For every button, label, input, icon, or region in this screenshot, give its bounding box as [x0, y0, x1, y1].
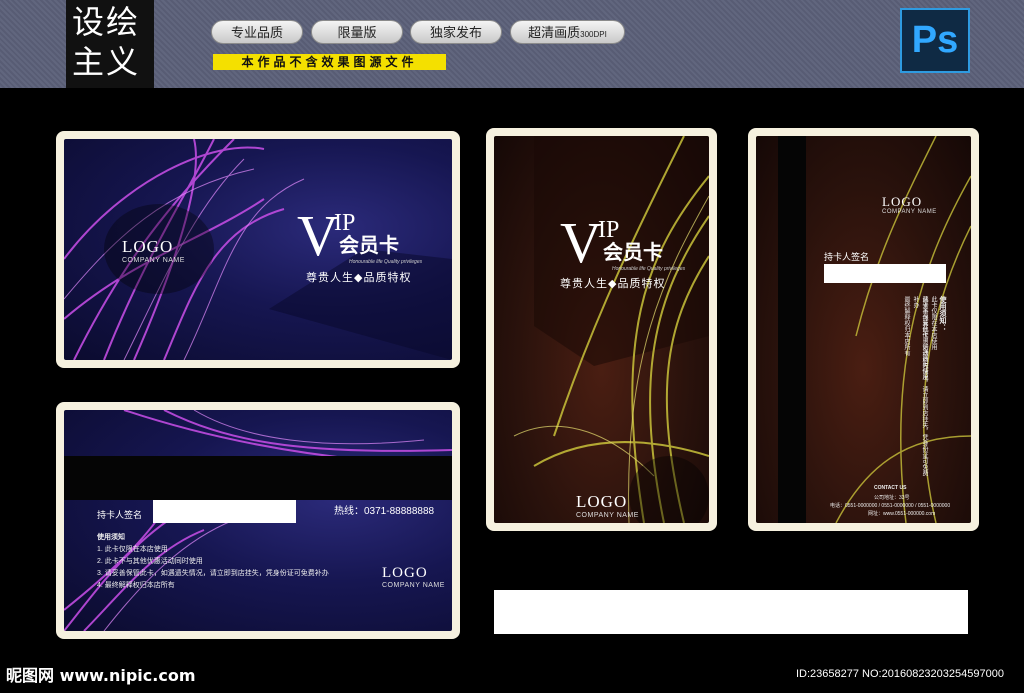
front-logo: LOGO	[122, 237, 174, 256]
card-back-frame: 持卡人签名 热线：0371-88888888 使用须知 1. 此卡仅限在本店使用…	[56, 402, 460, 639]
back-hotline: 热线：0371-88888888	[334, 506, 435, 517]
vback-company: COMPANY NAME	[882, 209, 937, 215]
card-vertical-back-frame: LOGO COMPANY NAME 持卡人签名 使用须知： 此卡仅限在本店使用 …	[748, 128, 979, 531]
back-rule-2: 2. 此卡不与其他优惠活动同时使用	[97, 558, 203, 565]
card-front-frame: LOGO COMPANY NAME V IP 会员卡 Honourable li…	[56, 131, 460, 368]
brand-line2: 主义	[72, 43, 141, 81]
vback-sign-label: 持卡人签名	[824, 252, 870, 262]
vertical-magnetic-stripe	[778, 136, 806, 523]
front-vip-cn: 会员卡	[339, 235, 399, 257]
back-company: COMPANY NAME	[382, 582, 445, 589]
back-rules-title: 使用须知	[97, 534, 125, 541]
gold-swirl-graphic	[513, 136, 709, 523]
pill-hd: 超清画质300DPI	[510, 20, 625, 44]
back-signature-box	[153, 500, 296, 523]
vfront-company: COMPANY NAME	[576, 512, 639, 519]
back-sign-label: 持卡人签名	[97, 510, 143, 520]
vfront-vip-ip: IP	[598, 217, 620, 243]
card-back: 持卡人签名 热线：0371-88888888 使用须知 1. 此卡仅限在本店使用…	[64, 410, 452, 631]
vback-website: 网址：www.0551-000000.com	[868, 511, 936, 517]
pill-limited: 限量版	[311, 20, 403, 44]
front-company: COMPANY NAME	[122, 257, 185, 264]
brand-line1: 设绘	[72, 3, 141, 41]
vfront-vip-v: V	[560, 210, 602, 275]
blank-panel	[494, 590, 968, 634]
vback-logo: LOGO	[882, 194, 923, 209]
vback-rule-3: 请妥善保管此卡，如遇遗失情况，请立即到店挂失，凭身份证可免费补办	[912, 296, 927, 476]
photoshop-icon: Ps	[900, 8, 970, 73]
vback-phone: 电话：0551-0000000 / 0551-0000000 / 0551-00…	[830, 503, 951, 509]
vback-rule-1: 此卡仅限在本店使用	[930, 296, 936, 350]
notice-banner: 本作品不含效果图源文件	[213, 54, 446, 70]
back-rule-1: 1. 此卡仅限在本店使用	[97, 546, 168, 553]
vback-signature-box	[824, 264, 946, 283]
front-vip-ip: IP	[334, 210, 356, 236]
pill-pro-quality: 专业品质	[211, 20, 303, 44]
header-bar: 设绘 主义 专业品质 限量版 独家发布 超清画质300DPI 本作品不含效果图源…	[0, 0, 1024, 88]
pill-exclusive: 独家发布	[410, 20, 502, 44]
site-watermark: 昵图网 www.nipic.com	[6, 666, 196, 685]
back-rule-4: 4. 最终解释权归本店所有	[97, 582, 175, 589]
image-id-line: ID:23658277 NO:20160823203254597000	[796, 668, 1004, 680]
vback-rule-4: 最终解释权归本店所有	[903, 296, 909, 356]
card-front: LOGO COMPANY NAME V IP 会员卡 Honourable li…	[64, 139, 452, 360]
brand-logo: 设绘 主义	[66, 0, 154, 88]
vfront-slogan: 尊贵人生◆品质特权	[560, 278, 666, 290]
front-slogan: 尊贵人生◆品质特权	[306, 272, 412, 284]
front-vip-v: V	[297, 203, 339, 268]
magnetic-stripe	[64, 456, 452, 500]
back-logo: LOGO	[382, 565, 428, 581]
card-vertical-back: LOGO COMPANY NAME 持卡人签名 使用须知： 此卡仅限在本店使用 …	[756, 136, 971, 523]
vfront-vip-en: Honourable life Quality privileges	[612, 266, 686, 272]
vback-rules-title: 使用须知：	[939, 296, 946, 331]
back-rule-3: 3. 请妥善保管此卡，如遇遗失情况，请立即到店挂失，凭身份证可免费补办	[97, 570, 329, 577]
front-vip-en: Honourable life Quality privileges	[349, 259, 423, 265]
card-vertical-front-frame: V IP 会员卡 Honourable life Quality privile…	[486, 128, 717, 531]
vback-address: 公司地址：33号	[874, 495, 910, 501]
card-vertical-front: V IP 会员卡 Honourable life Quality privile…	[494, 136, 709, 523]
vback-contact-title: CONTACT US	[874, 485, 907, 491]
vfront-vip-cn: 会员卡	[603, 242, 663, 264]
vfront-logo: LOGO	[576, 492, 628, 511]
